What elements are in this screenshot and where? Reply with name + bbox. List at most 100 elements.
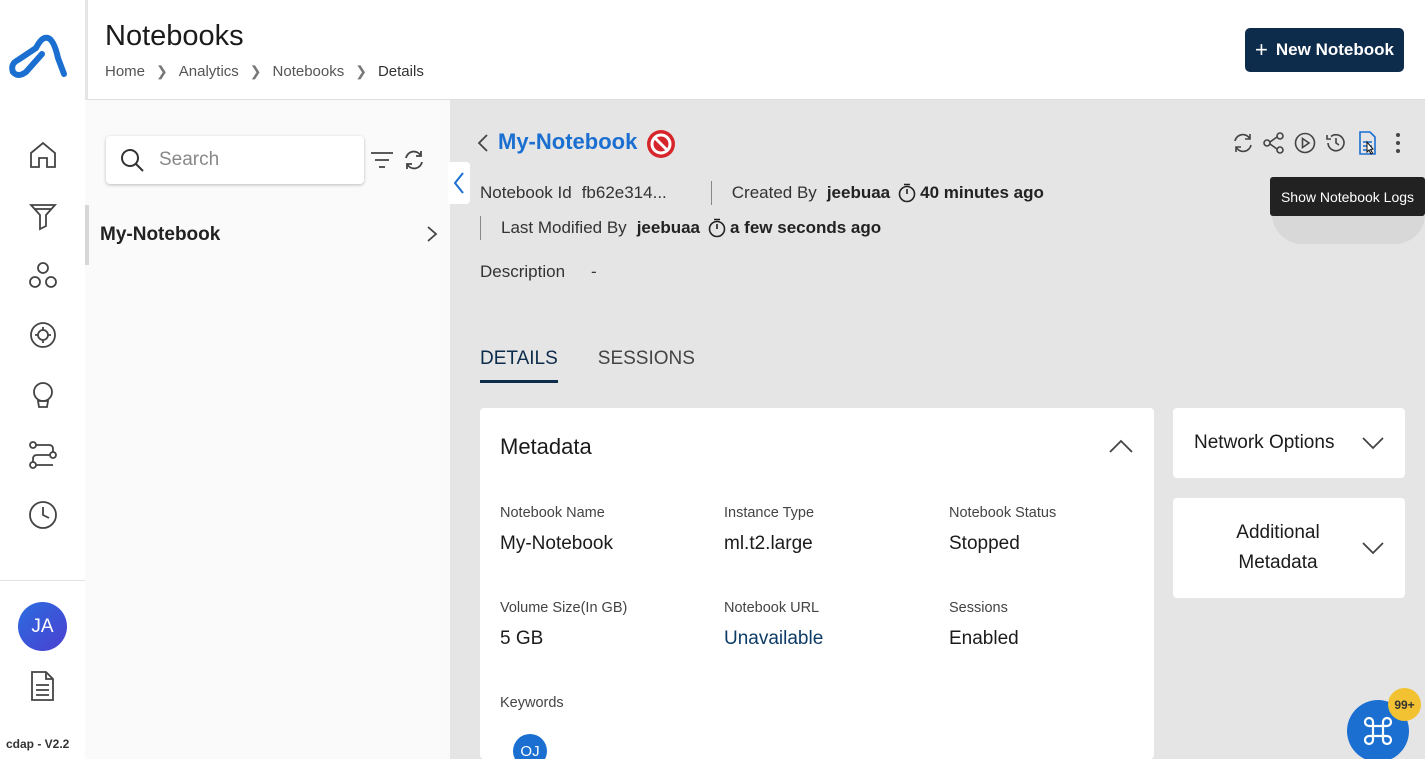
additional-metadata-line-2: Metadata — [1238, 552, 1318, 573]
chevron-left-icon — [453, 172, 464, 194]
rail-divider — [0, 580, 85, 581]
field-label: Notebook Status — [949, 505, 1057, 521]
filter-funnel-icon[interactable] — [24, 196, 62, 234]
metadata-card: Metadata Notebook Name My-Notebook Insta… — [480, 408, 1154, 759]
breadcrumb: Home ❯ Analytics ❯ Notebooks ❯ Details — [105, 63, 424, 80]
created-time: 40 minutes ago — [920, 183, 1044, 202]
history-icon[interactable] — [1325, 130, 1347, 156]
settings-gear-icon[interactable] — [24, 316, 62, 354]
field-label: Keywords — [500, 695, 564, 711]
description-row: Description - — [480, 262, 597, 282]
back-arrow-icon[interactable] — [477, 133, 489, 158]
notification-badge: 99+ — [1388, 688, 1421, 721]
field-value: 5 GB — [500, 628, 544, 649]
clock-icon[interactable] — [24, 496, 62, 534]
list-item[interactable]: My-Notebook — [85, 205, 450, 265]
app-logo[interactable] — [8, 28, 70, 84]
field-label: Instance Type — [724, 505, 815, 521]
notebook-url-link[interactable]: Unavailable — [724, 628, 823, 650]
network-options-card[interactable]: Network Options — [1173, 408, 1405, 478]
chevron-right-icon: ❯ — [156, 63, 168, 79]
network-options-label: Network Options — [1194, 432, 1335, 453]
keyword-chip[interactable]: OJ — [513, 734, 547, 759]
modified-by-value: jeebuaa — [636, 218, 700, 237]
notebook-toolbar — [1232, 130, 1409, 156]
breadcrumb-analytics[interactable]: Analytics — [179, 63, 239, 80]
additional-metadata-label: Additional Metadata — [1236, 518, 1319, 578]
plus-icon: + — [1255, 37, 1268, 62]
modified-time: a few seconds ago — [730, 218, 882, 237]
collapse-panel-button[interactable] — [448, 162, 470, 204]
field-value: My-Notebook — [500, 533, 613, 554]
metadata-title: Metadata — [500, 434, 592, 459]
chevron-right-icon — [427, 226, 438, 242]
timer-icon — [898, 183, 916, 203]
timer-icon — [708, 218, 726, 238]
description-value: - — [591, 262, 597, 281]
page-title: Notebooks — [105, 20, 244, 52]
field-value: ml.t2.large — [724, 533, 813, 554]
breadcrumb-home[interactable]: Home — [105, 63, 145, 80]
lightbulb-icon[interactable] — [24, 376, 62, 414]
chevron-down-icon — [1362, 437, 1384, 450]
field-label: Notebook Name — [500, 505, 605, 521]
created-by-label: Created By — [731, 183, 817, 202]
list-item-label: My-Notebook — [100, 224, 221, 245]
chevron-right-icon: ❯ — [355, 63, 367, 79]
search-input[interactable] — [159, 149, 349, 171]
command-icon — [1363, 716, 1393, 746]
field-notebook-name: Notebook Name My-Notebook — [500, 505, 613, 555]
field-notebook-url: Notebook URL Unavailable — [724, 600, 823, 650]
page-header: Notebooks Home ❯ Analytics ❯ Notebooks ❯… — [88, 0, 1425, 100]
tooltip-shadow — [1272, 212, 1425, 244]
divider — [480, 216, 481, 240]
new-notebook-label: New Notebook — [1275, 40, 1394, 59]
additional-metadata-card[interactable]: Additional Metadata — [1173, 498, 1405, 598]
notebook-title: My-Notebook — [498, 129, 638, 154]
chevron-down-icon — [1362, 542, 1384, 555]
field-label: Notebook URL — [724, 600, 820, 616]
field-value: Stopped — [949, 533, 1020, 554]
notebook-meta-row-1: Notebook Id fb62e314... Created By jeebu… — [480, 181, 1044, 205]
description-label: Description — [480, 262, 566, 281]
detail-tabs: DETAILS SESSIONS — [480, 348, 695, 383]
field-label: Sessions — [949, 600, 1008, 616]
tab-details[interactable]: DETAILS — [480, 348, 558, 383]
divider — [710, 181, 712, 205]
additional-metadata-line-1: Additional — [1236, 522, 1320, 543]
sync-icon[interactable] — [1232, 130, 1254, 156]
stopped-status-icon — [646, 129, 676, 164]
pipeline-icon[interactable] — [24, 436, 62, 474]
field-sessions: Sessions Enabled — [949, 600, 1019, 650]
chevron-up-icon[interactable] — [1108, 438, 1134, 454]
breadcrumb-notebooks[interactable]: Notebooks — [273, 63, 345, 80]
search-icon — [121, 149, 144, 172]
notebook-id-value: fb62e314... — [581, 183, 667, 202]
modified-by-label: Last Modified By — [501, 218, 627, 237]
search-box[interactable] — [106, 136, 364, 184]
field-value: Enabled — [949, 628, 1019, 649]
field-keywords: Keywords — [500, 695, 564, 711]
share-icon[interactable] — [1263, 130, 1285, 156]
notebook-list-panel: My-Notebook — [85, 100, 450, 759]
field-instance-type: Instance Type ml.t2.large — [724, 505, 814, 555]
notebook-meta-row-2: Last Modified By jeebuaa a few seconds a… — [480, 216, 881, 240]
field-notebook-status: Notebook Status Stopped — [949, 505, 1056, 555]
more-vertical-icon[interactable] — [1387, 130, 1409, 156]
notebook-id-label: Notebook Id — [480, 183, 572, 202]
home-icon[interactable] — [24, 136, 62, 174]
play-icon[interactable] — [1294, 130, 1316, 156]
nodes-icon[interactable] — [24, 256, 62, 294]
field-volume-size: Volume Size(In GB) 5 GB — [500, 600, 627, 650]
refresh-icon[interactable] — [402, 148, 426, 177]
avatar[interactable]: JA — [18, 602, 67, 651]
notebook-logs-icon[interactable] — [1356, 130, 1378, 156]
left-nav-rail: JA cdap - V2.2 — [0, 0, 85, 759]
tab-sessions[interactable]: SESSIONS — [598, 348, 695, 383]
created-by-value: jeebuaa — [826, 183, 891, 202]
document-icon[interactable] — [28, 670, 56, 707]
field-label: Volume Size(In GB) — [500, 600, 628, 616]
new-notebook-button[interactable]: + New Notebook — [1245, 28, 1404, 72]
chevron-right-icon: ❯ — [249, 63, 262, 79]
filter-icon[interactable] — [370, 150, 394, 175]
